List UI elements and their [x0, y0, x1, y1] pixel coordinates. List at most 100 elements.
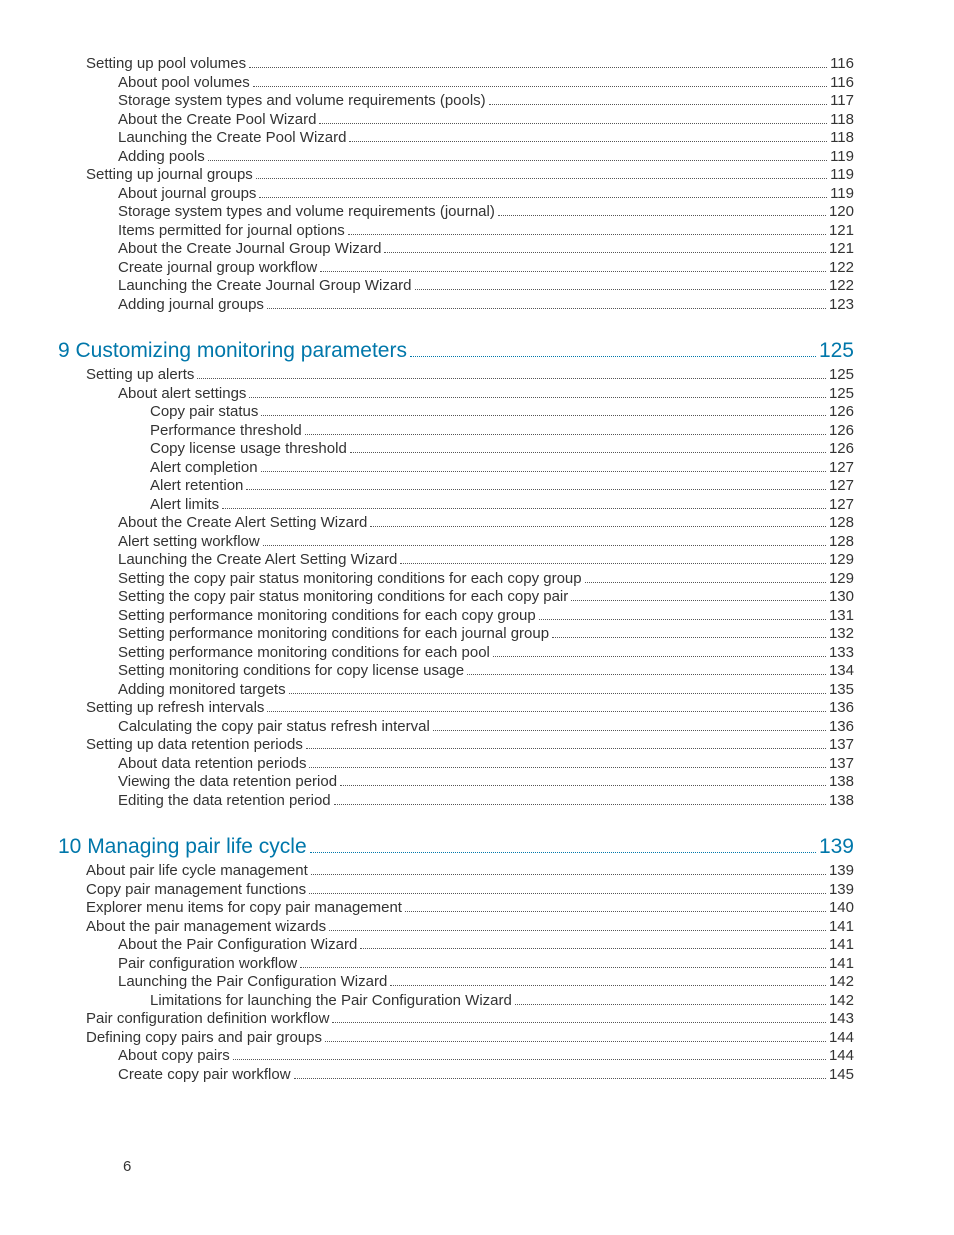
toc-entry-title: Viewing the data retention period — [118, 773, 337, 792]
toc-entry[interactable]: Copy pair management functions139 — [58, 881, 854, 900]
toc-entry-title: Storage system types and volume requirem… — [118, 203, 495, 222]
toc-page: Setting up pool volumes116About pool vol… — [0, 0, 954, 1235]
toc-leader — [489, 104, 827, 105]
toc-entry-title: Setting up refresh intervals — [86, 699, 264, 718]
toc-entry[interactable]: Setting performance monitoring condition… — [58, 607, 854, 626]
toc-entry-page: 143 — [829, 1010, 854, 1029]
toc-entry-title: Create journal group workflow — [118, 259, 317, 278]
toc-leader — [249, 397, 826, 398]
toc-entry[interactable]: Calculating the copy pair status refresh… — [58, 718, 854, 737]
toc-leader — [349, 141, 827, 142]
toc-entry[interactable]: Viewing the data retention period138 — [58, 773, 854, 792]
toc-entry-page: 134 — [829, 662, 854, 681]
toc-leader — [539, 619, 826, 620]
toc-leader — [329, 930, 826, 931]
toc-chapter-entry[interactable]: 10 Managing pair life cycle139 — [58, 838, 854, 858]
toc-entry[interactable]: Setting monitoring conditions for copy l… — [58, 662, 854, 681]
toc-leader — [249, 67, 827, 68]
toc-entry-page: 137 — [829, 736, 854, 755]
toc-leader — [253, 86, 827, 87]
toc-entry-page: 129 — [829, 570, 854, 589]
toc-entry[interactable]: Limitations for launching the Pair Confi… — [58, 992, 854, 1011]
toc-entry-title: Storage system types and volume requirem… — [118, 92, 486, 111]
toc-entry[interactable]: About pool volumes116 — [58, 74, 854, 93]
toc-entry-page: 127 — [829, 459, 854, 478]
toc-entry-title: About copy pairs — [118, 1047, 230, 1066]
toc-entry[interactable]: Alert completion 127 — [58, 459, 854, 478]
toc-entry-page: 144 — [829, 1029, 854, 1048]
toc-leader — [309, 767, 826, 768]
toc-entry[interactable]: Setting up pool volumes116 — [58, 55, 854, 74]
toc-entry[interactable]: Setting the copy pair status monitoring … — [58, 570, 854, 589]
toc-entry[interactable]: Items permitted for journal options121 — [58, 222, 854, 241]
toc-entry[interactable]: Setting up data retention periods137 — [58, 736, 854, 755]
toc-entry-title: Explorer menu items for copy pair manage… — [86, 899, 402, 918]
toc-entry-title: About journal groups — [118, 185, 256, 204]
toc-entry[interactable]: Launching the Create Pool Wizard118 — [58, 129, 854, 148]
toc-entry[interactable]: Setting up alerts125 — [58, 366, 854, 385]
toc-entry-title: About the Pair Configuration Wizard — [118, 936, 357, 955]
toc-entry[interactable]: Alert limits127 — [58, 496, 854, 515]
toc-entry[interactable]: Launching the Pair Configuration Wizard1… — [58, 973, 854, 992]
toc-leader — [334, 804, 826, 805]
toc-leader — [309, 893, 826, 894]
toc-entry[interactable]: Storage system types and volume requirem… — [58, 203, 854, 222]
toc-entry[interactable]: Copy pair status126 — [58, 403, 854, 422]
toc-entry[interactable]: Alert setting workflow 128 — [58, 533, 854, 552]
toc-entry[interactable]: About data retention periods137 — [58, 755, 854, 774]
toc-entry[interactable]: About alert settings125 — [58, 385, 854, 404]
toc-entry-page: 119 — [830, 166, 854, 185]
toc-entry[interactable]: Pair configuration definition workflow14… — [58, 1010, 854, 1029]
toc-entry-page: 125 — [829, 385, 854, 404]
toc-entry[interactable]: Setting the copy pair status monitoring … — [58, 588, 854, 607]
toc-entry[interactable]: Setting performance monitoring condition… — [58, 625, 854, 644]
toc-entry[interactable]: Pair configuration workflow141 — [58, 955, 854, 974]
toc-entry[interactable]: About the Pair Configuration Wizard141 — [58, 936, 854, 955]
toc-entry[interactable]: About the Create Alert Setting Wizard128 — [58, 514, 854, 533]
toc-entry[interactable]: Launching the Create Journal Group Wizar… — [58, 277, 854, 296]
toc-entry[interactable]: About the Create Journal Group Wizard 121 — [58, 240, 854, 259]
toc-entry[interactable]: Copy license usage threshold126 — [58, 440, 854, 459]
toc-entry[interactable]: About the pair management wizards141 — [58, 918, 854, 937]
toc-entry-title: Copy pair status — [150, 403, 258, 422]
toc-entry[interactable]: Explorer menu items for copy pair manage… — [58, 899, 854, 918]
toc-entry-title: Editing the data retention period — [118, 792, 331, 811]
toc-entry-page: 142 — [829, 992, 854, 1011]
toc-entry[interactable]: Editing the data retention period138 — [58, 792, 854, 811]
toc-entry[interactable]: Alert retention127 — [58, 477, 854, 496]
toc-entry[interactable]: Setting performance monitoring condition… — [58, 644, 854, 663]
toc-entry[interactable]: Performance threshold126 — [58, 422, 854, 441]
toc-entry-title: Setting performance monitoring condition… — [118, 644, 490, 663]
toc-entry[interactable]: About pair life cycle management139 — [58, 862, 854, 881]
toc-entry[interactable]: About journal groups119 — [58, 185, 854, 204]
toc-entry[interactable]: Setting up refresh intervals136 — [58, 699, 854, 718]
toc-entry-page: 141 — [829, 918, 854, 937]
toc-entry-page: 123 — [829, 296, 854, 315]
toc-entry-page: 127 — [829, 477, 854, 496]
toc-leader — [325, 1041, 826, 1042]
toc-entry[interactable]: Launching the Create Alert Setting Wizar… — [58, 551, 854, 570]
toc-entry[interactable]: Adding monitored targets135 — [58, 681, 854, 700]
toc-entry-page: 121 — [829, 222, 854, 241]
toc-entry-title: Adding monitored targets — [118, 681, 286, 700]
toc-entry[interactable]: Create journal group workflow122 — [58, 259, 854, 278]
toc-entry-page: 121 — [829, 240, 854, 259]
toc-entry[interactable]: Defining copy pairs and pair groups144 — [58, 1029, 854, 1048]
toc-entry[interactable]: Adding pools119 — [58, 148, 854, 167]
toc-leader — [305, 434, 826, 435]
toc-entry-title: About the Create Journal Group Wizard — [118, 240, 381, 259]
toc-entry[interactable]: Adding journal groups123 — [58, 296, 854, 315]
toc-entry[interactable]: About the Create Pool Wizard118 — [58, 111, 854, 130]
toc-chapter-entry[interactable]: 9 Customizing monitoring parameters125 — [58, 342, 854, 362]
toc-entry[interactable]: Setting up journal groups119 — [58, 166, 854, 185]
toc-entry-page: 139 — [819, 838, 854, 857]
toc-leader — [319, 123, 827, 124]
toc-entry[interactable]: Storage system types and volume requirem… — [58, 92, 854, 111]
toc-entry[interactable]: About copy pairs144 — [58, 1047, 854, 1066]
toc-leader — [493, 656, 826, 657]
toc-entry[interactable]: Create copy pair workflow145 — [58, 1066, 854, 1085]
toc-leader — [289, 693, 826, 694]
toc-entry-title: Alert completion — [150, 459, 258, 478]
toc-leader — [197, 378, 826, 379]
toc-leader — [320, 271, 826, 272]
